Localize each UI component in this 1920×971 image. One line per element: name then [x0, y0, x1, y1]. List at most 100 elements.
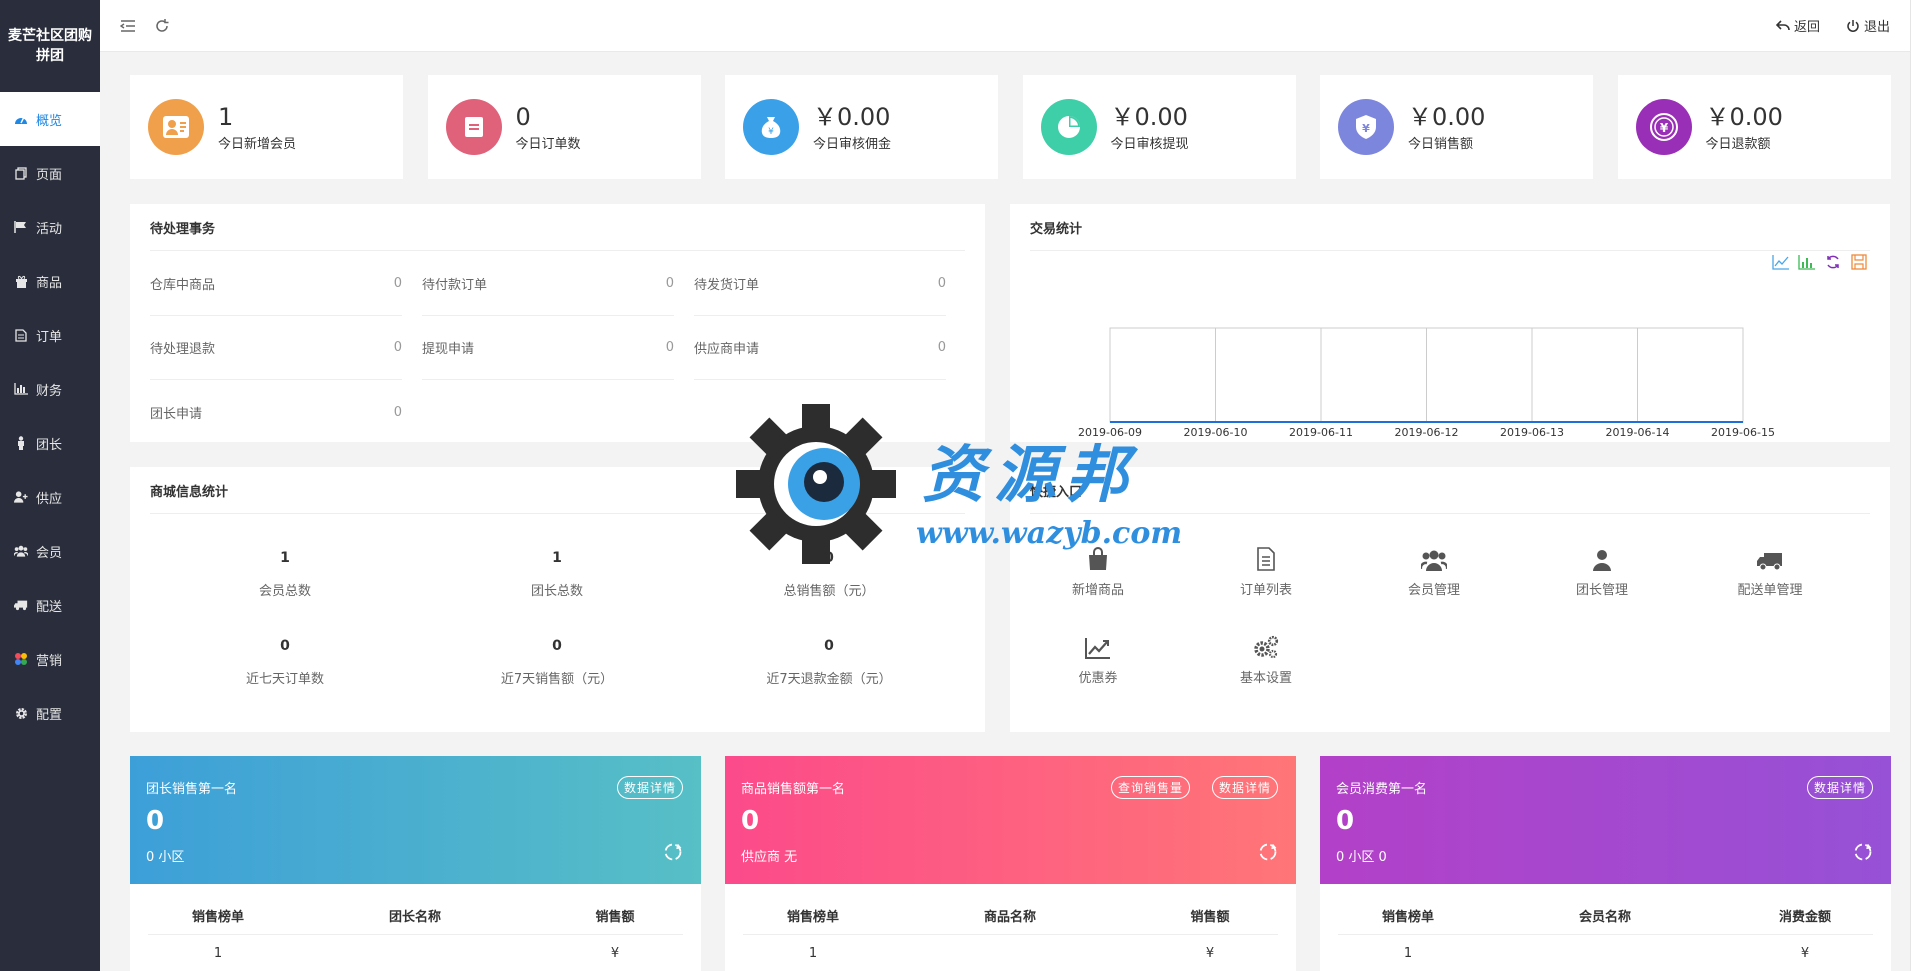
quick-entry-label: 优惠券	[1078, 671, 1118, 686]
pending-count: 0	[665, 340, 674, 355]
dashboard-icon	[14, 112, 28, 126]
sidebar-item-7[interactable]: 供应	[0, 470, 100, 524]
pending-item[interactable]: 供应商申请 0	[694, 316, 946, 380]
document-icon	[14, 328, 28, 342]
stat-value: 0	[515, 102, 531, 131]
pending-label: 待处理退款	[150, 342, 216, 357]
quick-entry-item[interactable]: 优惠券	[1038, 633, 1158, 686]
quick-entry-item[interactable]: 配送单管理	[1710, 545, 1830, 598]
sidebar-item-0[interactable]: 概览	[0, 92, 100, 146]
menu-toggle-icon[interactable]	[120, 19, 136, 33]
sidebar-item-label: 团长	[36, 437, 63, 453]
mall-stat-value: 1	[552, 550, 562, 566]
svg-text:¥: ¥	[768, 127, 774, 137]
back-arrow-icon	[1775, 19, 1790, 30]
query-sales-button[interactable]: 查询销售量	[1110, 776, 1190, 799]
refresh-icon[interactable]	[1853, 842, 1873, 866]
rank-subtitle: 供应商 无	[741, 850, 798, 865]
pending-item[interactable]: 待付款订单 0	[422, 252, 674, 316]
commission-icon: ¥	[743, 99, 799, 155]
pending-title: 待处理事务	[150, 222, 216, 237]
mall-stat-value: 0	[824, 638, 834, 654]
quick-entry-item[interactable]: 会员管理	[1374, 545, 1494, 598]
withdrawal-icon	[1040, 99, 1097, 155]
stat-value: ￥0.00	[1408, 102, 1486, 131]
quick-entry-item[interactable]: 订单列表	[1206, 545, 1326, 598]
data-detail-button[interactable]: 数据详情	[1806, 776, 1873, 799]
sidebar-item-4[interactable]: 订单	[0, 308, 100, 362]
watermark-url: www.wazyb.com	[916, 516, 1183, 551]
svg-text:¥: ¥	[1362, 122, 1370, 135]
pending-item[interactable]: 提现申请 0	[422, 316, 674, 380]
mall-stat-label: 近7天销售额（元）	[500, 672, 614, 687]
gift-icon	[14, 274, 28, 288]
mall-stat: 0 近7天销售额（元）	[422, 638, 692, 687]
data-detail-button[interactable]: 数据详情	[616, 776, 683, 799]
flag-icon	[14, 220, 28, 234]
pending-item[interactable]: 待发货订单 0	[694, 252, 946, 316]
sidebar-item-1[interactable]: 页面	[0, 146, 100, 200]
gears-icon	[1206, 633, 1326, 659]
table-cell: ¥	[1205, 946, 1215, 961]
mall-stat-label: 近7天退款金额（元）	[766, 672, 892, 687]
stat-label: 今日订单数	[515, 136, 581, 152]
sidebar-item-11[interactable]: 配置	[0, 686, 100, 740]
quick-entry-item[interactable]: 基本设置	[1206, 633, 1326, 686]
refunds-icon: ¥	[1635, 99, 1692, 155]
sidebar-item-label: 页面	[36, 167, 63, 183]
sidebar-item-10[interactable]: 营销	[0, 632, 100, 686]
table-cell: 1	[1403, 946, 1413, 961]
data-detail-button[interactable]: 数据详情	[1211, 776, 1278, 799]
sidebar-item-8[interactable]: 会员	[0, 524, 100, 578]
table-cell: ¥	[1800, 946, 1810, 961]
pending-count: 0	[393, 340, 402, 355]
refresh-icon[interactable]	[663, 842, 683, 866]
pending-item[interactable]: 团长申请 0	[150, 380, 402, 444]
stat-value: ￥0.00	[1705, 102, 1783, 131]
sidebar-item-label: 营销	[36, 653, 63, 669]
new-members-icon	[148, 99, 204, 155]
chart-x-tick-label: 2019-06-12	[1395, 426, 1459, 439]
pending-item[interactable]: 仓库中商品 0	[150, 252, 402, 316]
stat-label: 今日销售额	[1408, 136, 1474, 152]
quick-entry-item[interactable]: 团长管理	[1542, 545, 1662, 598]
svg-text:¥: ¥	[1659, 121, 1668, 135]
sidebar-item-label: 订单	[36, 329, 63, 345]
pending-count: 0	[393, 276, 402, 291]
pending-label: 仓库中商品	[150, 278, 216, 293]
mall-stat: 0 近七天订单数	[150, 638, 420, 687]
pending-count: 0	[937, 276, 946, 291]
mall-stat-label: 总销售额（元）	[783, 584, 875, 599]
sidebar-item-5[interactable]: 财务	[0, 362, 100, 416]
rank-value: 0	[1336, 806, 1355, 836]
pending-count: 0	[665, 276, 674, 291]
refresh-icon[interactable]	[1258, 842, 1278, 866]
back-button[interactable]: 返回	[1775, 16, 1820, 35]
refresh-icon[interactable]	[154, 18, 170, 34]
table-cell: 1	[213, 946, 223, 961]
quick-entry-label: 配送单管理	[1737, 583, 1803, 598]
chart-x-tick-label: 2019-06-11	[1289, 426, 1353, 439]
sidebar-item-9[interactable]: 配送	[0, 578, 100, 632]
mall-stat-label: 团长总数	[530, 584, 583, 599]
mall-stat-label: 近七天订单数	[245, 672, 324, 687]
rank-title: 商品销售额第一名	[741, 782, 846, 797]
sidebar-item-3[interactable]: 商品	[0, 254, 100, 308]
page-scrollbar[interactable]	[1910, 0, 1920, 971]
stat-card-sales: ¥ ￥0.00 今日销售额	[1320, 75, 1593, 179]
orders-icon	[445, 99, 502, 155]
quick-entry-label: 新增商品	[1071, 583, 1124, 598]
stat-card-withdrawal: ￥0.00 今日审核提现	[1022, 75, 1296, 179]
sidebar-item-2[interactable]: 活动	[0, 200, 100, 254]
logout-button[interactable]: 退出	[1846, 16, 1890, 35]
quick-entry-label: 基本设置	[1239, 671, 1292, 686]
trend-chart-icon	[1038, 633, 1158, 659]
stat-label: 今日新增会员	[218, 136, 297, 152]
pending-item[interactable]: 待处理退款 0	[150, 316, 402, 380]
mall-stat-label: 会员总数	[258, 584, 311, 599]
person-icon	[1542, 545, 1662, 571]
users-icon	[1374, 545, 1494, 571]
sidebar-item-6[interactable]: 团长	[0, 416, 100, 470]
stat-card-new-members: 1 今日新增会员	[130, 75, 403, 179]
mall-stat-value: 0	[280, 638, 290, 654]
